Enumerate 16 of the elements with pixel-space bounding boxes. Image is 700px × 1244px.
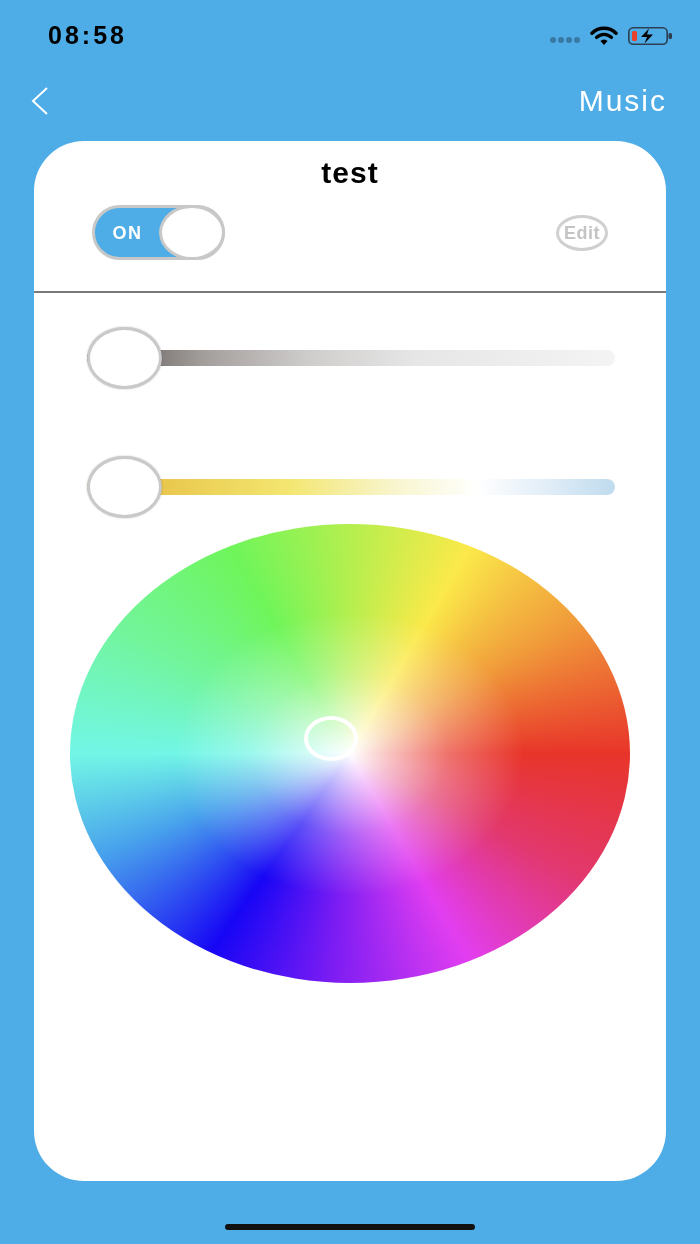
wifi-icon xyxy=(590,25,618,45)
edit-button[interactable]: Edit xyxy=(556,214,608,251)
switch-knob xyxy=(159,205,225,260)
signal-icon xyxy=(550,37,580,43)
slider-thumb[interactable] xyxy=(87,456,162,518)
picker-handle[interactable] xyxy=(304,716,358,761)
slider-thumb[interactable] xyxy=(87,327,162,389)
battery-charging-icon xyxy=(628,27,672,45)
power-toggle[interactable]: ON xyxy=(92,205,225,260)
clock-time: 08:58 xyxy=(48,20,127,50)
card-title: test xyxy=(321,155,379,191)
brightness-slider[interactable] xyxy=(87,327,615,389)
color-temperature-slider[interactable] xyxy=(87,456,615,518)
chevron-left-icon xyxy=(30,87,48,115)
music-button[interactable]: Music xyxy=(578,83,667,119)
back-button[interactable] xyxy=(30,87,48,115)
